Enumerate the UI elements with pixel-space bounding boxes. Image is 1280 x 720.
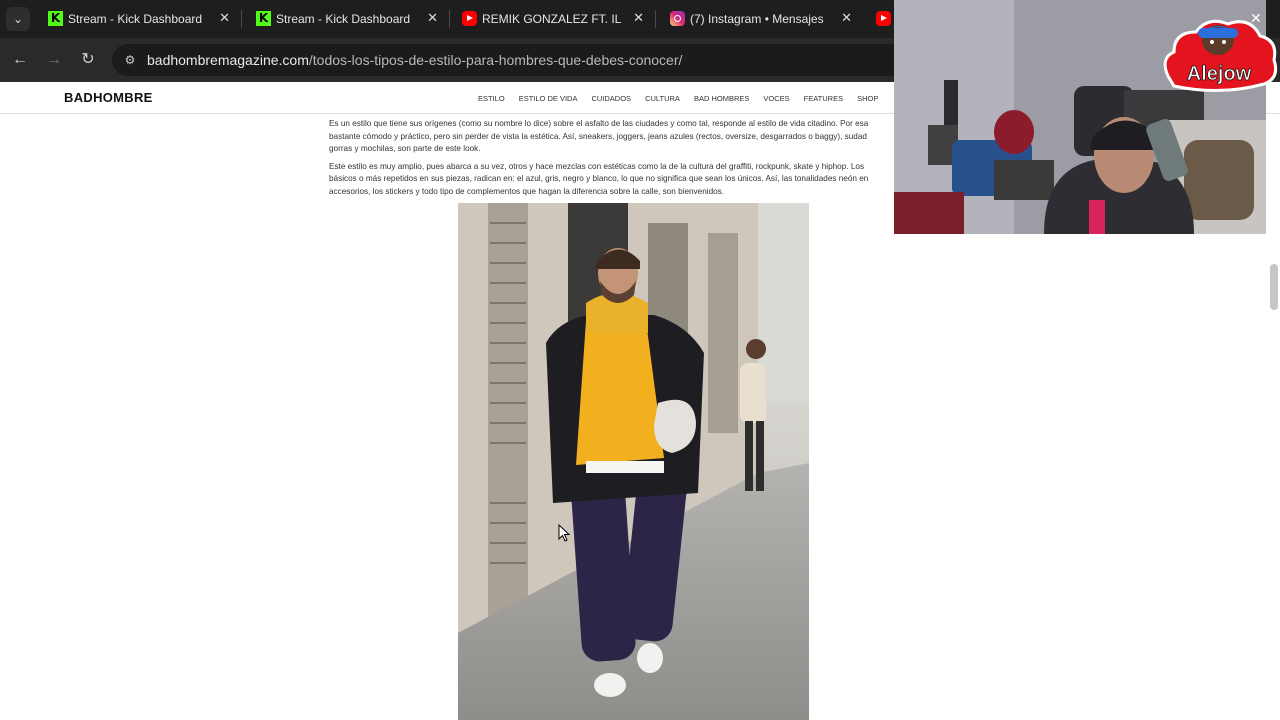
article-body: Es un estilo que tiene sus orígenes (com…	[329, 118, 895, 198]
article-photo	[458, 203, 809, 720]
close-icon[interactable]: ✕	[219, 10, 230, 26]
tab-separator	[241, 10, 242, 28]
nav-item-shop[interactable]: SHOP	[857, 94, 878, 103]
tab-kick-dashboard-1[interactable]: K Stream - Kick Dashboard ✕	[38, 0, 242, 38]
tab-title: Stream - Kick Dashboard	[276, 12, 411, 26]
url-path: /todos-los-tipos-de-estilo-para-hombres-…	[308, 52, 683, 68]
nav-item-voces[interactable]: VOCES	[763, 94, 789, 103]
tab-kick-dashboard-2[interactable]: K Stream - Kick Dashboard ✕	[246, 0, 450, 38]
kick-icon: K	[48, 11, 63, 26]
url-text[interactable]: badhombremagazine.com/todos-los-tipos-de…	[147, 52, 682, 68]
site-nav: ESTILO ESTILO DE VIDA CUIDADOS CULTURA B…	[478, 94, 892, 103]
mouse-cursor-icon	[558, 524, 570, 542]
nav-item-cuidados[interactable]: CUIDADOS	[591, 94, 631, 103]
alejow-logo-icon: Alejow	[1163, 19, 1278, 92]
tab-separator	[449, 10, 450, 28]
street-style-image	[458, 203, 809, 720]
page-scrollbar-thumb[interactable]	[1270, 264, 1278, 310]
article-line: bastante cómodo y práctico, pero sin per…	[329, 131, 867, 141]
tab-search-chevron-icon[interactable]: ⌄	[6, 7, 30, 31]
forward-arrow-icon[interactable]: →	[42, 48, 66, 72]
article-line: accesorios, los stickers y todo tipo de …	[329, 186, 725, 196]
url-host: badhombremagazine.com	[147, 52, 309, 68]
nav-item-estilo-de-vida[interactable]: ESTILO DE VIDA	[519, 94, 578, 103]
youtube-icon	[876, 11, 891, 26]
nav-item-bad-hombres[interactable]: BAD HOMBRES	[694, 94, 749, 103]
kick-icon: K	[256, 11, 271, 26]
close-icon[interactable]: ✕	[633, 10, 644, 26]
tab-youtube[interactable]: REMIK GONZALEZ FT. ILUMI ✕	[452, 0, 656, 38]
close-icon[interactable]: ✕	[841, 10, 852, 26]
nav-item-estilo[interactable]: ESTILO	[478, 94, 505, 103]
tab-instagram[interactable]: (7) Instagram • Mensajes ✕	[660, 0, 864, 38]
article-line: gorras y mochilas, son parte de este loo…	[329, 144, 481, 153]
article-line: Este estilo es muy amplio, pues abarca a…	[329, 161, 865, 171]
tab-partial[interactable]	[866, 0, 896, 38]
instagram-icon	[670, 11, 685, 26]
tab-title: (7) Instagram • Mensajes	[690, 12, 824, 26]
close-icon[interactable]: ✕	[427, 10, 438, 26]
youtube-icon	[462, 11, 477, 26]
article-line: básicos o más repetidos en sus piezas, r…	[329, 174, 869, 183]
site-logo[interactable]: BADHOMBRE	[64, 90, 153, 105]
streamer-logo-badge: Alejow	[1160, 14, 1278, 96]
back-arrow-icon[interactable]: ←	[8, 48, 32, 72]
article-line: Es un estilo que tiene sus orígenes (com…	[329, 119, 869, 128]
reload-icon[interactable]: ↻	[76, 48, 100, 72]
tab-title: REMIK GONZALEZ FT. ILUMI	[482, 12, 622, 26]
nav-item-cultura[interactable]: CULTURA	[645, 94, 680, 103]
nav-item-features[interactable]: FEATURES	[804, 94, 843, 103]
tab-title: Stream - Kick Dashboard	[68, 12, 203, 26]
badge-text: Alejow	[1187, 63, 1252, 85]
site-settings-icon[interactable]: ⚙	[122, 52, 138, 68]
tab-separator	[655, 10, 656, 28]
